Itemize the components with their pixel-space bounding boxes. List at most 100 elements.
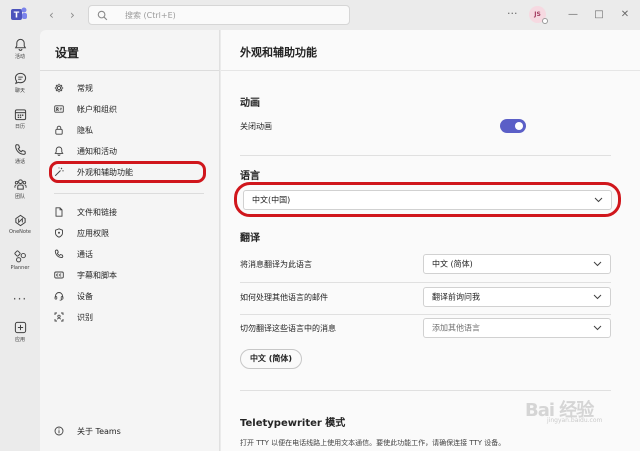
settings-item-accounts[interactable]: 帐户和组织 [54,100,214,118]
search-box[interactable]: 搜索 (Ctrl+E) [88,5,350,25]
rail-label: 日历 [14,124,25,130]
rail-label: 聊天 [14,88,25,94]
settings-item-label: 常规 [77,83,93,93]
settings-item-app-permissions[interactable]: 应用权限 [54,224,214,242]
title-bar: T ‹ › 搜索 (Ctrl+E) ··· JS — □ ✕ [0,0,640,30]
search-icon [97,10,108,21]
rail-label: Planner [10,265,30,271]
settings-item-calls[interactable]: 通话 [54,245,214,263]
forward-arrow-icon[interactable]: › [70,8,75,22]
never-translate-select[interactable]: 添加其他语言 [423,318,611,338]
recognition-icon [54,312,64,322]
language-chip[interactable]: 中文 (简体) [240,349,302,369]
svg-text:T: T [14,11,20,20]
rail-label: 活动 [14,54,25,60]
settings-item-notifications[interactable]: 通知和活动 [54,142,214,160]
page-title: 外观和辅助功能 [240,46,317,59]
settings-item-captions[interactable]: 字幕和脚本 [54,266,214,284]
more-options-icon[interactable]: ··· [507,7,518,20]
phone-icon [54,249,64,258]
divider [40,70,219,71]
translate-to-select[interactable]: 中文 (简体) [423,254,611,274]
other-language-handling-label: 如何处理其他语言的邮件 [240,293,328,302]
about-teams-link[interactable]: 关于 Teams [54,422,214,440]
rail-item-calls[interactable]: 通话 [0,143,40,165]
settings-item-label: 隐私 [77,125,93,135]
settings-item-label: 识别 [77,312,93,322]
settings-item-label: 通话 [77,249,93,259]
chevron-down-icon [593,325,602,331]
presence-status-icon [542,18,548,24]
about-label: 关于 Teams [77,426,121,436]
highlight-annotation [49,161,206,183]
other-language-handling-value: 翻译前询问我 [432,292,480,302]
toggle-knob [515,122,523,130]
main-content: 外观和辅助功能 动画 关闭动画 语言 中文(中国) 翻译 将消息翻译为此语言 中… [221,30,640,451]
settings-item-label: 应用权限 [77,228,109,238]
headset-icon [54,292,64,301]
disable-animation-label: 关闭动画 [240,122,272,131]
id-card-icon [54,105,64,113]
rail-label: OneNote [8,229,32,235]
rail-item-planner[interactable]: Planner [0,250,40,271]
settings-item-recognition[interactable]: 识别 [54,308,214,326]
tty-heading: Teletypewriter 模式 [240,418,346,429]
settings-item-label: 帐户和组织 [77,104,117,114]
never-translate-value: 添加其他语言 [432,323,480,333]
search-placeholder: 搜索 (Ctrl+E) [125,11,176,20]
chat-icon [14,72,26,85]
settings-item-devices[interactable]: 设备 [54,287,214,305]
highlight-annotation [234,182,621,217]
calendar-icon [14,109,26,121]
settings-item-label: 通知和活动 [77,146,117,156]
divider [240,282,611,283]
watermark: Bai 经验 jingyan.baidu.com [525,396,615,424]
rail-item-apps[interactable]: 应用 [0,321,40,343]
tty-description: 打开 TTY 以便在电话线路上使用文本通信。要使此功能工作，请确保连接 TTY … [240,439,506,447]
lock-icon [55,125,63,135]
settings-panel: 设置 常规 帐户和组织 隐私 通知和活动 外观和辅助功能 文件和链接 应用权限 … [40,30,220,451]
translation-heading: 翻译 [240,233,260,244]
back-arrow-icon[interactable]: ‹ [49,8,54,22]
minimize-button[interactable]: — [562,5,584,25]
divider [54,193,204,194]
info-icon [54,426,64,436]
more-apps-icon[interactable]: ··· [0,292,40,306]
close-button[interactable]: ✕ [614,5,636,25]
divider [240,314,611,315]
language-heading: 语言 [240,171,260,182]
shield-icon [55,228,63,238]
rail-item-activity[interactable]: 活动 [0,38,40,60]
animation-heading: 动画 [240,98,260,109]
translate-to-label: 将消息翻译为此语言 [240,260,312,269]
rail-item-calendar[interactable]: 日历 [0,108,40,130]
settings-item-files[interactable]: 文件和链接 [54,203,214,221]
apps-icon [14,321,26,334]
app-rail: 活动 聊天 日历 通话 团队 OneNote Planner ··· 应用 [0,30,40,451]
maximize-button[interactable]: □ [588,5,610,25]
settings-item-privacy[interactable]: 隐私 [54,121,214,139]
gear-icon [54,83,64,93]
bell-icon [14,38,26,51]
onenote-icon [14,214,26,227]
rail-label: 团队 [14,194,25,200]
planner-icon [13,250,26,263]
settings-title: 设置 [55,46,80,60]
other-language-handling-select[interactable]: 翻译前询问我 [423,287,611,307]
settings-item-general[interactable]: 常规 [54,79,214,97]
rail-item-onenote[interactable]: OneNote [0,214,40,235]
disable-animation-toggle[interactable] [500,119,526,133]
document-icon [55,207,63,217]
teams-icon [13,179,27,190]
divider [240,155,611,156]
translate-to-value: 中文 (简体) [432,259,473,269]
rail-item-teams[interactable]: 团队 [0,178,40,200]
teams-logo-icon: T [11,7,27,20]
divider [221,70,640,71]
settings-item-label: 字幕和脚本 [77,270,117,280]
watermark-subtext: jingyan.baidu.com [547,417,603,424]
rail-item-chat[interactable]: 聊天 [0,72,40,94]
phone-icon [14,144,26,155]
bell-icon [54,146,64,156]
settings-item-label: 文件和链接 [77,207,117,217]
